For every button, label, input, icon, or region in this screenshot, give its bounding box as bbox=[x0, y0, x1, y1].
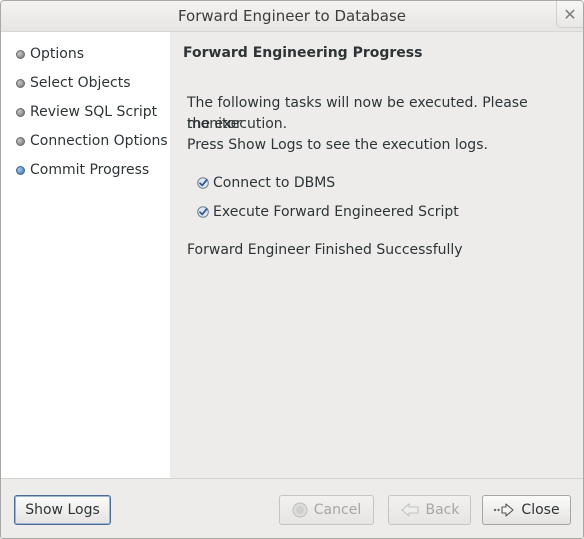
task-connect-dbms: Connect to DBMS bbox=[197, 175, 335, 191]
description-line-3: Press Show Logs to see the execution log… bbox=[187, 137, 488, 153]
cancel-icon bbox=[292, 502, 308, 518]
step-label: Review SQL Script bbox=[30, 104, 158, 120]
close-label: Close bbox=[521, 502, 560, 518]
close-button[interactable]: Close bbox=[482, 495, 571, 525]
step-done-icon bbox=[16, 107, 25, 117]
task-label: Connect to DBMS bbox=[213, 175, 336, 191]
button-bar: Show Logs Cancel Back Close bbox=[1, 478, 583, 538]
back-button[interactable]: Back bbox=[388, 495, 471, 525]
window-close-button[interactable]: ✕ bbox=[556, 1, 583, 28]
step-options: Options bbox=[15, 44, 84, 64]
show-logs-button[interactable]: Show Logs bbox=[14, 495, 111, 525]
title-bar[interactable]: Forward Engineer to Database ✕ bbox=[1, 1, 583, 32]
close-icon: ✕ bbox=[563, 4, 577, 24]
step-done-icon bbox=[16, 78, 25, 88]
step-done-icon bbox=[16, 136, 25, 146]
window-title: Forward Engineer to Database bbox=[177, 7, 407, 25]
step-done-icon bbox=[16, 49, 25, 59]
cancel-button[interactable]: Cancel bbox=[279, 495, 374, 525]
step-label: Connection Options bbox=[30, 133, 168, 149]
back-arrow-icon bbox=[400, 502, 420, 518]
description-line-2: the execution. bbox=[187, 116, 288, 132]
page-title: Forward Engineering Progress bbox=[183, 45, 423, 61]
show-logs-label: Show Logs bbox=[25, 502, 100, 518]
step-label: Options bbox=[30, 46, 85, 62]
step-active-icon bbox=[16, 165, 25, 175]
step-connection-options: Connection Options bbox=[15, 131, 168, 151]
dialog-window: Forward Engineer to Database ✕ Options S… bbox=[0, 0, 584, 539]
back-label: Back bbox=[425, 502, 460, 518]
wizard-steps-sidebar: Options Select Objects Review SQL Script… bbox=[1, 32, 170, 478]
step-select-objects: Select Objects bbox=[15, 73, 131, 93]
cancel-label: Cancel bbox=[313, 502, 362, 518]
step-review-sql-script: Review SQL Script bbox=[15, 102, 157, 122]
task-execute-script: Execute Forward Engineered Script bbox=[197, 204, 459, 220]
step-label: Select Objects bbox=[30, 75, 131, 91]
main-content: Forward Engineering Progress The followi… bbox=[171, 32, 583, 478]
step-commit-progress: Commit Progress bbox=[15, 160, 149, 180]
step-label: Commit Progress bbox=[30, 162, 150, 178]
task-done-check-icon bbox=[197, 206, 209, 218]
forward-arrow-icon bbox=[493, 502, 515, 518]
task-done-check-icon bbox=[197, 177, 209, 189]
status-message: Forward Engineer Finished Successfully bbox=[187, 242, 463, 258]
task-label: Execute Forward Engineered Script bbox=[213, 204, 459, 220]
